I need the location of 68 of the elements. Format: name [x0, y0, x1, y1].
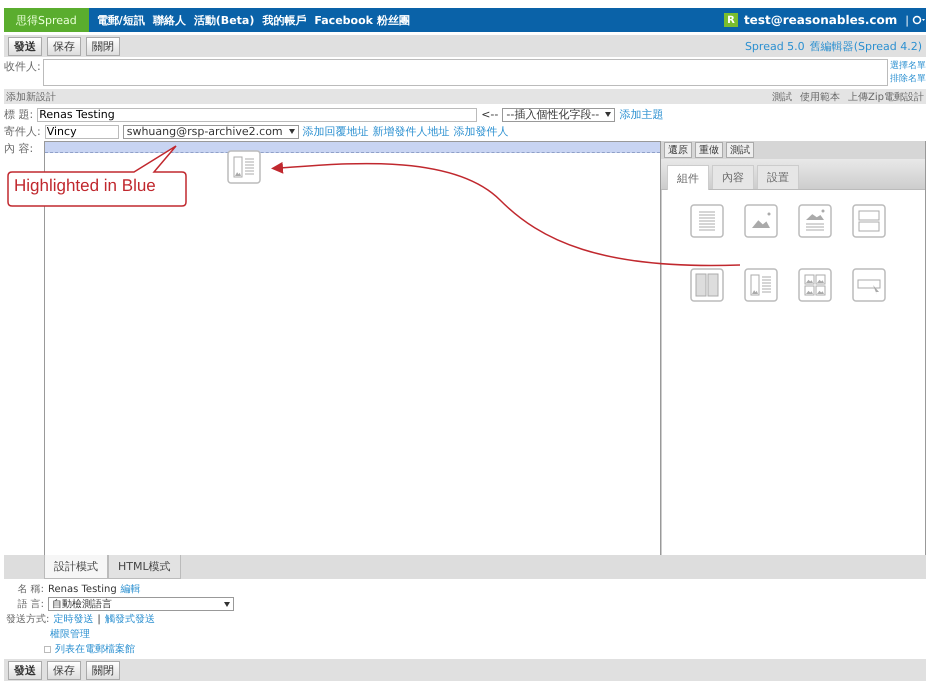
- separator-text: |: [905, 14, 909, 26]
- archive-checkbox[interactable]: [44, 646, 51, 652]
- sender-label: 寄件人:: [4, 124, 41, 139]
- callout-text: Highlighted in Blue: [14, 176, 156, 196]
- nav-link[interactable]: 聯絡人: [152, 12, 186, 28]
- arrow-text: <--: [481, 108, 498, 121]
- section-action[interactable]: 測試: [772, 90, 792, 104]
- nav-link[interactable]: Facebook 粉丝團: [314, 12, 410, 28]
- caret-icon: [224, 602, 230, 606]
- subject-field[interactable]: Renas Testing: [37, 108, 478, 122]
- send-link[interactable]: 定時發送: [53, 612, 94, 626]
- component-icon[interactable]: [690, 268, 724, 302]
- sender-name-field[interactable]: Vincy: [44, 124, 119, 138]
- component-icon[interactable]: [852, 268, 886, 302]
- subject-label: 標 題:: [4, 107, 34, 122]
- toolbar-button[interactable]: 保存: [47, 660, 81, 680]
- section-title: 添加新設計: [6, 90, 56, 104]
- section-action[interactable]: 使用範本: [800, 90, 840, 104]
- component-icon[interactable]: [690, 204, 724, 238]
- content-label: 內 容:: [4, 142, 34, 155]
- separator-text: |: [97, 614, 101, 624]
- send-method-label: 發送方式:: [6, 612, 50, 626]
- caret-icon: [605, 112, 612, 117]
- recipients-label: 收件人:: [4, 59, 41, 75]
- section-action[interactable]: 上傳Zip電郵設計: [848, 90, 924, 104]
- sender-link[interactable]: 添加發件人: [454, 124, 509, 139]
- add-subject-link[interactable]: 添加主題: [619, 107, 664, 122]
- recipients-field[interactable]: [42, 59, 888, 86]
- toolbar-button[interactable]: 發送: [8, 36, 42, 56]
- component-icon[interactable]: [798, 204, 832, 238]
- sender-email-select[interactable]: swhuang@rsp-archive2.com: [122, 124, 299, 138]
- editor-tool-button[interactable]: 測試: [726, 142, 754, 158]
- component-icon[interactable]: [744, 268, 778, 302]
- component-icon[interactable]: [744, 204, 778, 238]
- design-name: Renas Testing: [48, 584, 117, 594]
- nav-link[interactable]: 電郵/短訊: [96, 12, 145, 28]
- nav-link[interactable]: 我的帳戶: [262, 12, 306, 28]
- mode-tab[interactable]: HTML模式: [108, 555, 181, 579]
- component-icon[interactable]: [798, 268, 832, 302]
- panel-tab[interactable]: 組件: [667, 165, 709, 190]
- sender-link[interactable]: 新增發件人地址: [372, 124, 450, 139]
- list-link[interactable]: 選擇名單: [890, 59, 926, 72]
- editor-tool-button[interactable]: 還原: [664, 142, 692, 158]
- mode-tab[interactable]: 設計模式: [44, 555, 108, 579]
- sender-link[interactable]: 添加回覆地址: [302, 124, 369, 139]
- toolbar-button[interactable]: 保存: [47, 36, 81, 56]
- personalize-select[interactable]: --插入個性化字段--: [502, 108, 616, 122]
- panel-tab[interactable]: 設置: [757, 165, 799, 189]
- account-badge: R: [724, 13, 738, 27]
- archive-link[interactable]: 列表在電郵檔案館: [55, 642, 135, 656]
- list-link[interactable]: 排除名單: [890, 72, 926, 85]
- toolbar-button[interactable]: 關閉: [86, 660, 120, 680]
- edit-link[interactable]: 編輯: [120, 582, 141, 596]
- nav-link[interactable]: 活動(Beta): [194, 12, 254, 28]
- send-link[interactable]: 觸發式發送: [104, 612, 155, 626]
- name-label: 名 稱:: [16, 583, 44, 596]
- panel-tab[interactable]: 內容: [712, 165, 754, 189]
- toolbar-button[interactable]: 關閉: [86, 36, 120, 56]
- language-label: 語 言:: [16, 598, 44, 611]
- component-icon[interactable]: [852, 204, 886, 238]
- caret-icon: [288, 129, 295, 134]
- language-select[interactable]: 自動檢測語言: [48, 597, 234, 611]
- dropped-block-icon[interactable]: [227, 150, 261, 184]
- editor-tool-button[interactable]: 重做: [695, 142, 723, 158]
- account-email[interactable]: test@reasonables.com: [744, 13, 898, 27]
- permission-link[interactable]: 權限管理: [50, 627, 90, 641]
- toolbar-button[interactable]: 發送: [8, 660, 42, 680]
- settings-icon[interactable]: [912, 14, 926, 26]
